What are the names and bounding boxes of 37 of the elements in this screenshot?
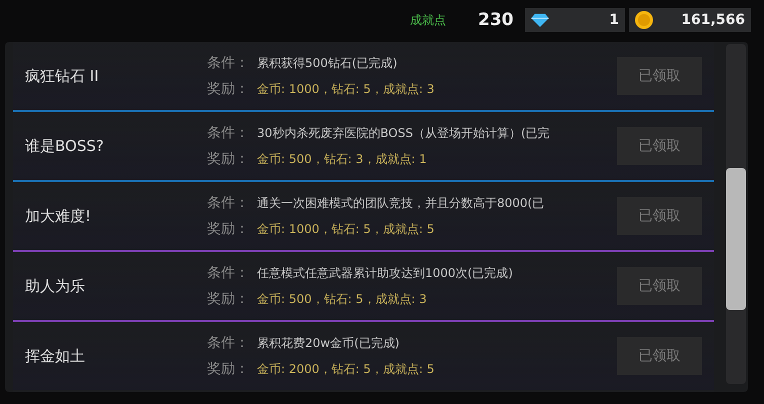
achievement-name: 谁是BOSS? [24,136,105,156]
condition-label: 条件： [207,334,250,352]
claimed-button[interactable]: 已领取 [617,57,702,95]
condition-label: 条件： [207,54,250,72]
reward-text: 金币: 500，钻石: 5，成就点: 3 [257,290,427,308]
diamond-counter: 1 [525,8,625,32]
reward-label: 奖励： [207,360,250,378]
reward-label: 奖励： [207,290,250,308]
condition-label: 条件： [207,124,250,142]
condition-text: 通关一次困难模式的团队竞技，并且分数高于8000(已 [257,194,544,212]
achievement-name: 加大难度! [24,206,92,226]
reward-text: 金币: 2000，钻石: 5，成就点: 5 [257,360,434,378]
diamond-icon [531,13,549,27]
reward-label: 奖励： [207,220,250,238]
claimed-button[interactable]: 已领取 [617,127,702,165]
achievement-name: 助人为乐 [24,276,86,296]
reward-text: 金币: 1000，钻石: 5，成就点: 3 [257,80,434,98]
claimed-button[interactable]: 已领取 [617,197,702,235]
claimed-button[interactable]: 已领取 [617,267,702,305]
condition-label: 条件： [207,194,250,212]
condition-text: 累积花费20w金币(已完成) [257,334,400,352]
achievement-name: 挥金如土 [24,346,86,366]
reward-label: 奖励： [207,150,250,168]
points-value: 230 [478,10,514,30]
coin-icon [635,11,653,29]
reward-text: 金币: 500，钻石: 3，成就点: 1 [257,150,427,168]
achievement-name: 疯狂钻石 II [24,66,100,86]
claimed-button[interactable]: 已领取 [617,337,702,375]
condition-label: 条件： [207,264,250,282]
points-label: 成就点 [410,12,447,28]
condition-text: 30秒内杀死废弃医院的BOSS（从登场开始计算）(已完 [257,124,550,142]
condition-text: 任意模式任意武器累计助攻达到1000次(已完成) [257,264,513,282]
scrollbar[interactable] [726,44,746,384]
condition-text: 累积获得500钻石(已完成) [257,54,398,72]
coin-counter: 161,566 [629,8,751,32]
reward-label: 奖励： [207,80,250,98]
reward-text: 金币: 1000，钻石: 5，成就点: 5 [257,220,434,238]
